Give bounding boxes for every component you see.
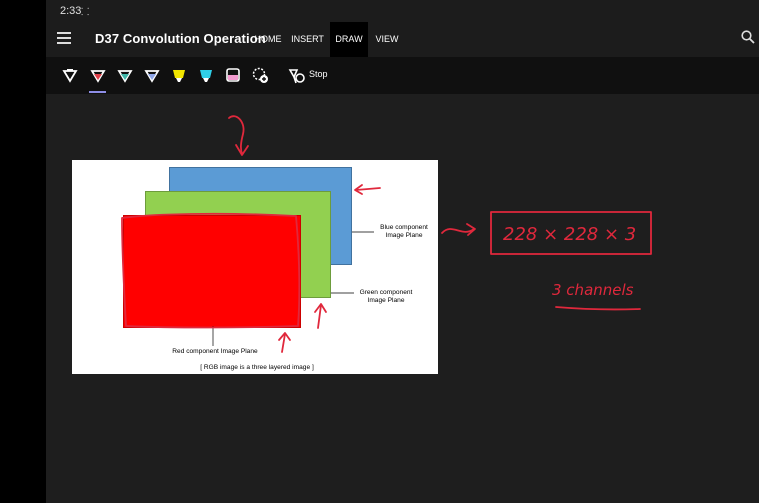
notebook-title: D37 Convolution Operation xyxy=(95,31,266,46)
selected-tool-indicator xyxy=(89,91,106,93)
add-pen-icon[interactable] xyxy=(251,66,269,84)
slide-caption: [ RGB image is a three layered image ] xyxy=(200,364,314,371)
pen-blue-icon[interactable] xyxy=(143,66,161,84)
tab-draw[interactable]: DRAW xyxy=(330,22,368,57)
highlighter-pink-icon[interactable] xyxy=(224,66,242,84)
status-time: 2:33 xyxy=(60,5,82,17)
tab-home[interactable]: HOME xyxy=(248,22,288,57)
highlighter-cyan-icon[interactable] xyxy=(197,66,215,84)
left-edge-strip xyxy=(0,0,46,503)
pen-red-icon[interactable] xyxy=(89,66,107,84)
status-indicator-icon: ⸬ xyxy=(81,7,90,18)
red-plane-label: Red component Image Plane xyxy=(172,348,258,355)
green-plane-label: Green component Image Plane xyxy=(359,289,413,304)
stop-button[interactable]: Stop xyxy=(309,69,328,79)
label-pointer-lines xyxy=(212,231,374,346)
draw-toolbar: Stop xyxy=(46,57,759,94)
highlighter-yellow-icon[interactable] xyxy=(170,66,188,84)
pen-teal-icon[interactable] xyxy=(116,66,134,84)
blue-plane-label: Blue component Image Plane xyxy=(380,224,428,239)
tab-insert[interactable]: INSERT xyxy=(289,22,326,57)
app-bar: D37 Convolution Operation HOME INSERT DR… xyxy=(46,22,759,57)
hamburger-menu-icon[interactable] xyxy=(57,32,71,44)
stop-ink-icon[interactable] xyxy=(288,67,306,85)
search-icon[interactable] xyxy=(741,30,755,44)
slide-image: Blue component Image Plane Green compone… xyxy=(72,160,438,374)
pen-white-icon[interactable] xyxy=(61,66,79,84)
status-bar: 2:33 ⸬ xyxy=(46,0,759,22)
tab-view[interactable]: VIEW xyxy=(370,22,404,57)
